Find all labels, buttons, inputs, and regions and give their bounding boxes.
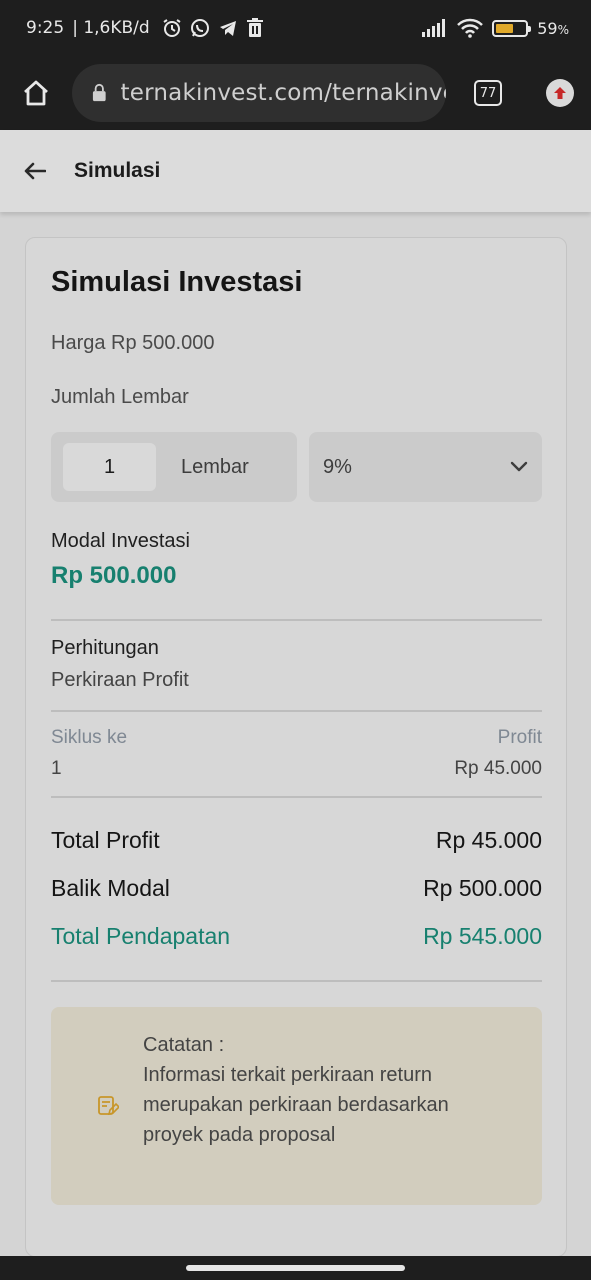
whatsapp-icon [190,18,210,38]
price-text: Harga Rp 500.000 [51,332,215,354]
divider [51,710,542,712]
calculation-sub: Perkiraan Profit [51,669,189,691]
update-icon [554,87,566,99]
calculation-label: Perhitungan [51,637,159,659]
note-text: Catatan : Informasi terkait perkiraan re… [143,1030,503,1150]
address-bar[interactable]: ternakinvest.com/ternakinvest [72,64,446,122]
browser-toolbar: ternakinvest.com/ternakinvest 77 [0,56,591,130]
quantity-label: Jumlah Lembar [51,386,189,408]
quantity-value: 1 [103,455,116,478]
page-title: Simulasi [74,159,161,182]
lock-icon [92,83,106,102]
gesture-handle[interactable] [186,1265,405,1271]
trash-icon [246,18,264,38]
table-header: Siklus ke Profit [51,727,542,749]
battery-percent: 59% [537,18,569,38]
quantity-unit: Lembar [181,455,249,478]
income-value: Rp 545.000 [423,923,542,949]
network-speed: | 1,6KB/d [72,18,150,38]
home-icon [24,80,48,106]
tabs-button[interactable]: 77 [474,80,502,106]
card-title: Simulasi Investasi [51,266,303,298]
status-time: 9:25 [26,18,65,38]
cycle-profit: Rp 45.000 [454,758,542,779]
income-label: Total Pendapatan [51,923,231,949]
divider [51,980,542,982]
simulation-card: Simulasi Investasi Harga Rp 500.000 Juml… [25,237,567,1257]
divider [51,796,542,798]
signal-icon [422,19,448,37]
column-profit: Profit [497,727,542,748]
return-row: Balik Modal Rp 500.000 [51,875,542,902]
table-row: 1 Rp 45.000 [51,758,542,780]
quantity-input[interactable]: 1 [63,443,156,491]
modal-value: Rp 500.000 [51,562,177,589]
total-profit-label: Total Profit [51,827,160,853]
app-header: Simulasi [0,130,591,212]
status-bar: 9:25 | 1,6KB/d 59% [0,0,591,56]
return-label: Balik Modal [51,875,170,901]
total-profit-row: Total Profit Rp 45.000 [51,827,542,854]
note-title: Catatan : [143,1034,225,1056]
telegram-icon [218,18,238,38]
quantity-field: 1 Lembar [51,432,297,502]
income-row: Total Pendapatan Rp 545.000 [51,923,542,950]
percent-selected: 9% [323,455,352,478]
update-button[interactable] [546,79,574,107]
note-box: Catatan : Informasi terkait perkiraan re… [51,1007,542,1205]
home-button[interactable] [18,75,54,111]
cycle-number: 1 [51,758,62,779]
tab-count: 77 [479,85,497,101]
alarm-icon [162,18,182,38]
return-value: Rp 500.000 [423,875,542,901]
divider [51,619,542,621]
note-icon [97,1095,121,1122]
wifi-icon [457,18,484,38]
battery-icon [492,19,532,37]
chevron-down-icon [510,461,528,472]
percent-select[interactable]: 9% [309,432,542,502]
url-text: ternakinvest.com/ternakinvest [120,80,446,106]
back-button[interactable] [24,162,46,180]
arrow-left-icon [24,162,46,180]
note-body: Informasi terkait perkiraan return merup… [143,1064,449,1146]
column-cycle: Siklus ke [51,727,128,748]
navigation-bar [0,1256,591,1280]
total-profit-value: Rp 45.000 [435,827,542,853]
battery-level [496,23,513,33]
modal-label: Modal Investasi [51,530,190,552]
